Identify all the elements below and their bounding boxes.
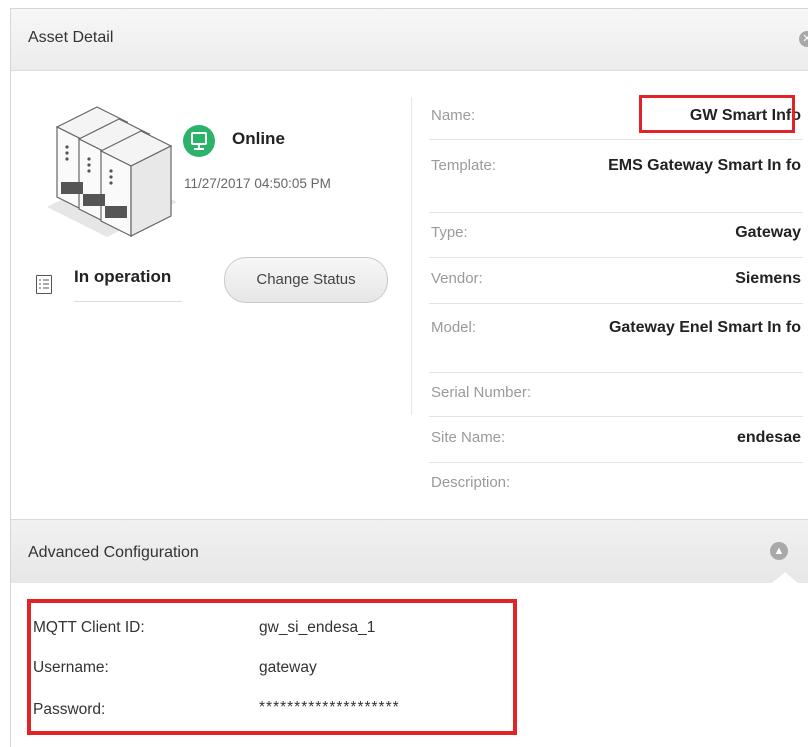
section-caret bbox=[771, 572, 799, 584]
monitor-icon bbox=[183, 125, 215, 157]
close-icon[interactable]: ✕ bbox=[799, 31, 808, 47]
detail-value: EMS Gateway Smart In fo bbox=[608, 157, 801, 174]
detail-label: Vendor: bbox=[431, 270, 483, 287]
config-label: MQTT Client ID: bbox=[33, 619, 145, 636]
asset-detail-panel: Asset Detail ✕ Online 11/27/2017 04:50:0… bbox=[10, 8, 808, 747]
status-timestamp: 11/27/2017 04:50:05 PM bbox=[184, 176, 331, 191]
operation-underline bbox=[74, 301, 182, 302]
detail-label: Site Name: bbox=[431, 429, 506, 446]
detail-row-description: Description: bbox=[429, 462, 803, 506]
advanced-config-header[interactable]: Advanced Configuration ▲ bbox=[11, 519, 808, 583]
detail-label: Template: bbox=[431, 157, 497, 174]
detail-value: Gateway Enel Smart In fo bbox=[608, 319, 801, 336]
detail-row-model: Model: Gateway Enel Smart In fo bbox=[429, 303, 803, 373]
chevron-up-icon[interactable]: ▲ bbox=[770, 542, 788, 560]
status-label: Online bbox=[232, 129, 285, 148]
detail-value: endesae bbox=[736, 429, 801, 446]
config-value: ******************** bbox=[259, 699, 400, 716]
config-label: Password: bbox=[33, 701, 106, 718]
detail-label: Type: bbox=[431, 224, 468, 241]
detail-label: Description: bbox=[431, 474, 511, 491]
config-value: gateway bbox=[259, 659, 317, 676]
detail-row-type: Type: Gateway bbox=[429, 212, 803, 258]
operation-status: In operation bbox=[74, 267, 172, 286]
name-highlight-box bbox=[639, 95, 795, 133]
detail-value: Gateway bbox=[735, 224, 801, 241]
panel-title: Asset Detail bbox=[28, 29, 114, 46]
detail-label: Serial Number: bbox=[431, 384, 532, 401]
config-value: gw_si_endesa_1 bbox=[259, 619, 376, 636]
server-rack-icon bbox=[47, 106, 177, 237]
panel-header: Asset Detail ✕ bbox=[11, 9, 808, 71]
config-label: Username: bbox=[33, 659, 109, 676]
detail-label: Name: bbox=[431, 107, 476, 124]
detail-row-vendor: Vendor: Siemens bbox=[429, 257, 803, 304]
detail-row-site: Site Name: endesae bbox=[429, 416, 803, 463]
advanced-config-title: Advanced Configuration bbox=[28, 544, 199, 561]
change-status-button[interactable]: Change Status bbox=[224, 257, 388, 303]
detail-label: Model: bbox=[431, 319, 477, 336]
checklist-icon bbox=[36, 275, 52, 294]
detail-row-serial: Serial Number: bbox=[429, 372, 803, 417]
detail-row-template: Template: EMS Gateway Smart In fo bbox=[429, 139, 803, 213]
column-divider bbox=[411, 97, 412, 415]
detail-value: Siemens bbox=[735, 270, 801, 287]
